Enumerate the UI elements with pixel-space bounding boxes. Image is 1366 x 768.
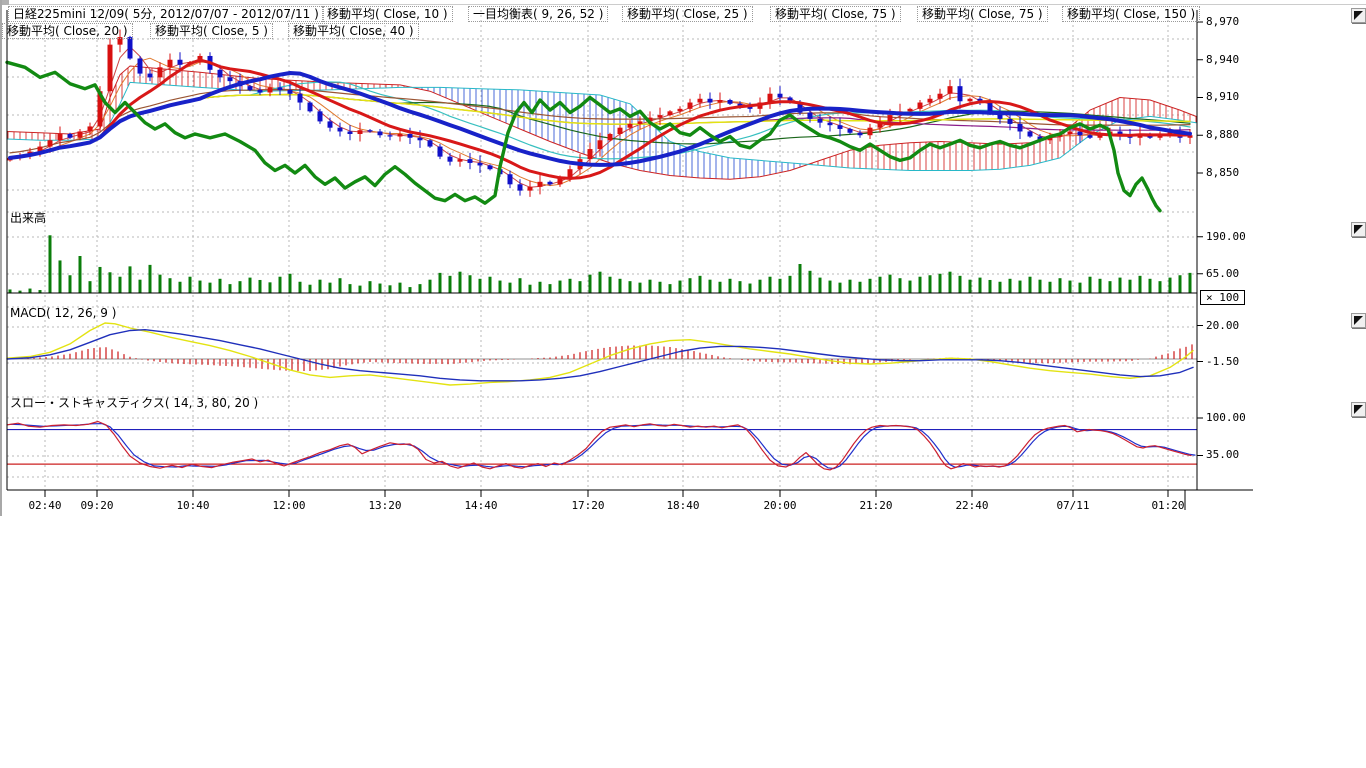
y-axis-label: -1.50 [1206,356,1239,368]
y-axis-label: 20.00 [1206,320,1239,332]
legend-item-indicator: 移動平均( Close, 75 ) [917,6,1048,22]
chart-canvas[interactable] [0,0,1366,768]
x-axis-label: 22:40 [950,500,994,512]
x-axis-label: 02:40 [23,500,67,512]
collapse-panel-icon[interactable] [1351,313,1366,328]
y-axis-label: 100.00 [1206,412,1246,424]
x-axis-label: 21:20 [854,500,898,512]
x-axis-label: 09:20 [75,500,119,512]
legend-item-indicator: 移動平均( Close, 5 ) [150,23,273,39]
diagonal-arrow-icon [1354,405,1363,414]
x-axis-label: 14:40 [459,500,503,512]
legend-item-indicator: 一目均衡表( 9, 26, 52 ) [468,6,608,22]
x-axis-label: 17:20 [566,500,610,512]
collapse-panel-icon[interactable] [1351,402,1366,417]
legend-item-indicator: 移動平均( Close, 20 ) [2,23,133,39]
macd-panel-label: MACD( 12, 26, 9 ) [10,306,116,320]
grid-lines [7,10,1197,488]
x-axis-label: 13:20 [363,500,407,512]
macd-histogram [10,344,1192,371]
volume-panel-label: 出来高 [10,211,46,225]
diagonal-arrow-icon [1354,225,1363,234]
legend-item-indicator: 移動平均( Close, 10 ) [322,6,453,22]
x-axis-label: 01:20 [1146,500,1190,512]
diagonal-arrow-icon [1354,11,1363,20]
legend-item-indicator: 移動平均( Close, 40 ) [288,23,419,39]
chart-title: 日経225mini 12/09( 5分, 2012/07/07 - 2012/0… [8,6,324,22]
x-axis-label: 12:00 [267,500,311,512]
y-axis-label: 8,880 [1206,129,1239,141]
stochastics-panel-label: スロー・ストキャスティクス( 14, 3, 80, 20 ) [10,396,258,410]
chart-application-window: 日経225mini 12/09( 5分, 2012/07/07 - 2012/0… [0,0,1366,768]
y-axis-label: 8,970 [1206,16,1239,28]
x-axis-label: 20:00 [758,500,802,512]
legend-item-indicator: 移動平均( Close, 150 ) [1062,6,1200,22]
legend-item-indicator: 移動平均( Close, 25 ) [622,6,753,22]
y-axis-label: 8,910 [1206,91,1239,103]
x-axis-label: 18:40 [661,500,705,512]
macd-panel[interactable] [7,323,1197,385]
legend-item-indicator: 移動平均( Close, 75 ) [770,6,901,22]
y-axis-label: 8,940 [1206,54,1239,66]
collapse-panel-icon[interactable] [1351,8,1366,23]
stochastics-panel[interactable] [7,422,1197,470]
price-chart-panel[interactable] [7,30,1196,197]
volume-multiplier-badge: × 100 [1200,290,1245,305]
y-axis-label: 8,850 [1206,167,1239,179]
x-axis-label: 10:40 [171,500,215,512]
y-axis-label: 35.00 [1206,449,1239,461]
x-axis-label: 07/11 [1051,500,1095,512]
diagonal-arrow-icon [1354,316,1363,325]
collapse-panel-icon[interactable] [1351,222,1366,237]
y-axis-label: 65.00 [1206,268,1239,280]
y-axis-label: 190.00 [1206,231,1246,243]
volume-panel[interactable] [7,235,1197,293]
